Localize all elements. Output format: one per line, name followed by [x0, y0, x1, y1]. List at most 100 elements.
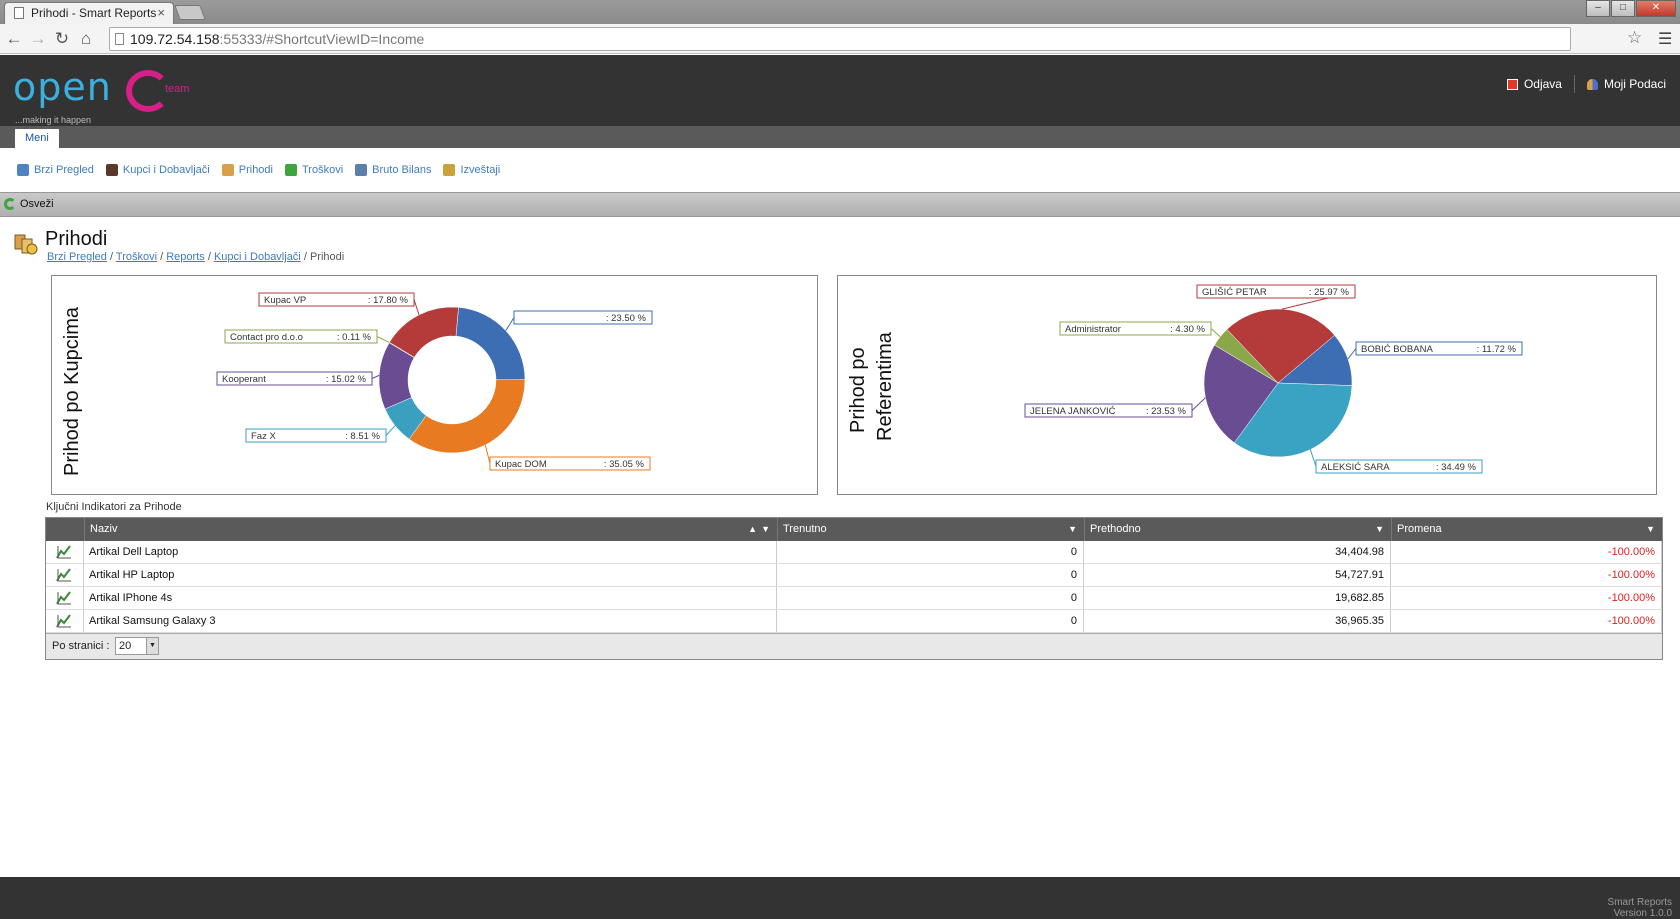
customer-donut-chart: Prihod po Kupcima: 23.50 % Kupac DOM: 35.… — [61, 292, 653, 476]
slice-value: : 23.53 % — [1146, 406, 1187, 417]
customer-chart-panel: Prihod po Kupcima: 23.50 % Kupac DOM: 35.… — [51, 275, 818, 495]
ribbon-item-icon — [17, 164, 29, 176]
logout-label: Odjava — [1523, 77, 1562, 91]
breadcrumb: Brzi Pregled / Troškovi / Reports / Kupc… — [47, 251, 345, 263]
ribbon-item-icon — [221, 164, 234, 176]
footer-version: Version 1.0.0 — [1613, 908, 1672, 919]
ribbon-item[interactable]: Brzi Pregled — [17, 164, 94, 176]
tab-meni[interactable]: Meni — [15, 129, 59, 148]
logout-link[interactable]: Odjava — [1506, 77, 1562, 91]
back-icon[interactable]: ← — [4, 29, 24, 49]
cell-previous: 54,727.91 — [1084, 564, 1391, 586]
breadcrumb-link[interactable]: Troškovi — [116, 251, 157, 263]
filter-icon[interactable]: ▼ — [1646, 518, 1655, 541]
ribbon-item[interactable]: Izveštaji — [443, 164, 500, 176]
home-icon[interactable]: ⌂ — [76, 29, 96, 49]
cell-icon — [46, 610, 84, 632]
refresh-button[interactable]: Osveži — [4, 198, 54, 210]
cell-name: Artikal Samsung Galaxy 3 — [84, 610, 777, 632]
filter-icon[interactable]: ▼ — [1068, 518, 1077, 541]
menu-icon[interactable]: ☰ — [1658, 29, 1672, 49]
column-header-label: Trenutno — [783, 523, 827, 535]
cell-previous: 36,965.35 — [1084, 610, 1391, 632]
label-leader-line — [376, 336, 390, 343]
table-row[interactable]: Artikal HP Laptop 0 54,727.91 -100.00% — [46, 564, 1662, 587]
window-controls: – □ ✕ — [1586, 0, 1676, 17]
bookmark-star-icon[interactable]: ☆ — [1627, 28, 1642, 48]
column-header-label: Naziv — [90, 523, 118, 535]
breadcrumb-link[interactable]: Reports — [166, 251, 205, 263]
slice-value: : 23.50 % — [606, 313, 647, 324]
pie-slice[interactable] — [408, 379, 526, 454]
footer-product: Smart Reports — [1607, 897, 1672, 908]
column-header-prethodno[interactable]: Prethodno ▼ — [1084, 518, 1391, 541]
table-row[interactable]: Artikal Dell Laptop 0 34,404.98 -100.00% — [46, 541, 1662, 564]
label-leader-line — [1347, 348, 1357, 360]
breadcrumb-current: Prihodi — [309, 251, 345, 263]
header-divider — [1573, 75, 1575, 93]
logo-tagline: ...making it happen — [15, 115, 92, 125]
column-header-trenutno[interactable]: Trenutno ▼ — [777, 518, 1084, 541]
ribbon-item-icon — [285, 164, 297, 176]
column-header-icon — [46, 518, 84, 541]
ribbon-item[interactable]: Bruto Bilans — [355, 164, 431, 176]
filter-icon[interactable]: ▼ — [1375, 518, 1384, 541]
cell-previous: 19,682.85 — [1084, 587, 1391, 609]
slice-label: Faz X — [251, 431, 276, 442]
chevron-down-icon[interactable]: ▼ — [146, 638, 158, 654]
table-row[interactable]: Artikal Samsung Galaxy 3 0 36,965.35 -100.0… — [46, 610, 1662, 633]
cell-icon — [46, 587, 84, 609]
breadcrumb-link[interactable]: Kupci i Dobavljači — [214, 251, 301, 263]
ribbon-item[interactable]: Troškovi — [285, 164, 343, 176]
app-footer: Smart Reports Version 1.0.0 — [0, 877, 1680, 919]
trend-icon — [56, 568, 71, 582]
address-bar[interactable]: 109.72.54.158:55333/#ShortcutViewID=Inco… — [109, 27, 1571, 51]
page-size-select[interactable]: 20 ▼ — [115, 637, 159, 655]
ribbon-item-label: Prihodi — [238, 164, 273, 176]
label-leader-line — [1191, 397, 1206, 411]
profile-link[interactable]: Moji Podaci — [1586, 77, 1666, 91]
minimize-icon[interactable]: – — [1586, 0, 1610, 17]
ribbon: Brzi Pregled Kupci i Dobavljači Prihodi Tro… — [0, 148, 1680, 193]
sort-asc-icon[interactable]: ▲ — [748, 518, 757, 541]
chart-title: Prihod po Referentima — [847, 331, 896, 441]
column-header-naziv[interactable]: Naziv ▲ ▼ — [84, 518, 777, 541]
cell-change: -100.00% — [1391, 587, 1662, 609]
trend-icon — [56, 545, 71, 559]
ribbon-item[interactable]: Kupci i Dobavljači — [105, 164, 210, 176]
grid-header: Naziv ▲ ▼ Trenutno ▼ Prethodno ▼ Promena… — [46, 518, 1662, 541]
logo[interactable]: open team ...making it happen — [13, 65, 189, 125]
forward-icon[interactable]: → — [28, 29, 48, 49]
label-leader-line — [505, 317, 515, 331]
ribbon-item-icon — [355, 164, 368, 176]
close-window-icon[interactable]: ✕ — [1636, 0, 1676, 17]
url-path: :55333/#ShortcutViewID=Income — [219, 31, 425, 47]
slice-value: : 35.05 % — [604, 459, 645, 470]
maximize-icon[interactable]: □ — [1611, 0, 1635, 17]
page-icon — [14, 7, 24, 19]
filter-icon[interactable]: ▼ — [761, 518, 770, 541]
cell-change: -100.00% — [1391, 541, 1662, 563]
browser-tabstrip: Prihodi - Smart Reports × – □ ✕ — [0, 0, 1680, 24]
reload-icon[interactable]: ↻ — [52, 29, 72, 49]
slice-label: GLIŠIĆ PETAR — [1202, 287, 1267, 298]
column-header-promena[interactable]: Promena ▼ — [1391, 518, 1662, 541]
table-row[interactable]: Artikal IPhone 4s 0 19,682.85 -100.00% — [46, 587, 1662, 610]
new-tab-button[interactable] — [174, 5, 206, 20]
ribbon-item-label: Kupci i Dobavljači — [122, 164, 210, 176]
breadcrumb-link[interactable]: Brzi Pregled — [47, 251, 107, 263]
ribbon-item-label: Bruto Bilans — [372, 164, 432, 176]
browser-toolbar: ← → ↻ ⌂ 109.72.54.158:55333/#ShortcutVie… — [0, 24, 1680, 54]
ribbon-items: Brzi Pregled Kupci i Dobavljači Prihodi Tro… — [17, 164, 500, 176]
cell-previous: 34,404.98 — [1084, 541, 1391, 563]
slice-label: ALEKSIĆ SARA — [1321, 462, 1390, 473]
ribbon-item[interactable]: Prihodi — [221, 164, 273, 176]
close-tab-icon[interactable]: × — [157, 3, 165, 23]
kpi-grid: Naziv ▲ ▼ Trenutno ▼ Prethodno ▼ Promena… — [45, 517, 1663, 660]
browser-tab[interactable]: Prihodi - Smart Reports × — [4, 2, 174, 24]
slice-label: Administrator — [1065, 324, 1121, 335]
logout-icon — [1506, 78, 1518, 90]
page-icon — [115, 33, 124, 45]
referent-pie-chart: Prihod po Referentima BOBIĆ BOBANA: 11.72 … — [847, 284, 1523, 474]
logo-c-mark — [126, 70, 170, 112]
